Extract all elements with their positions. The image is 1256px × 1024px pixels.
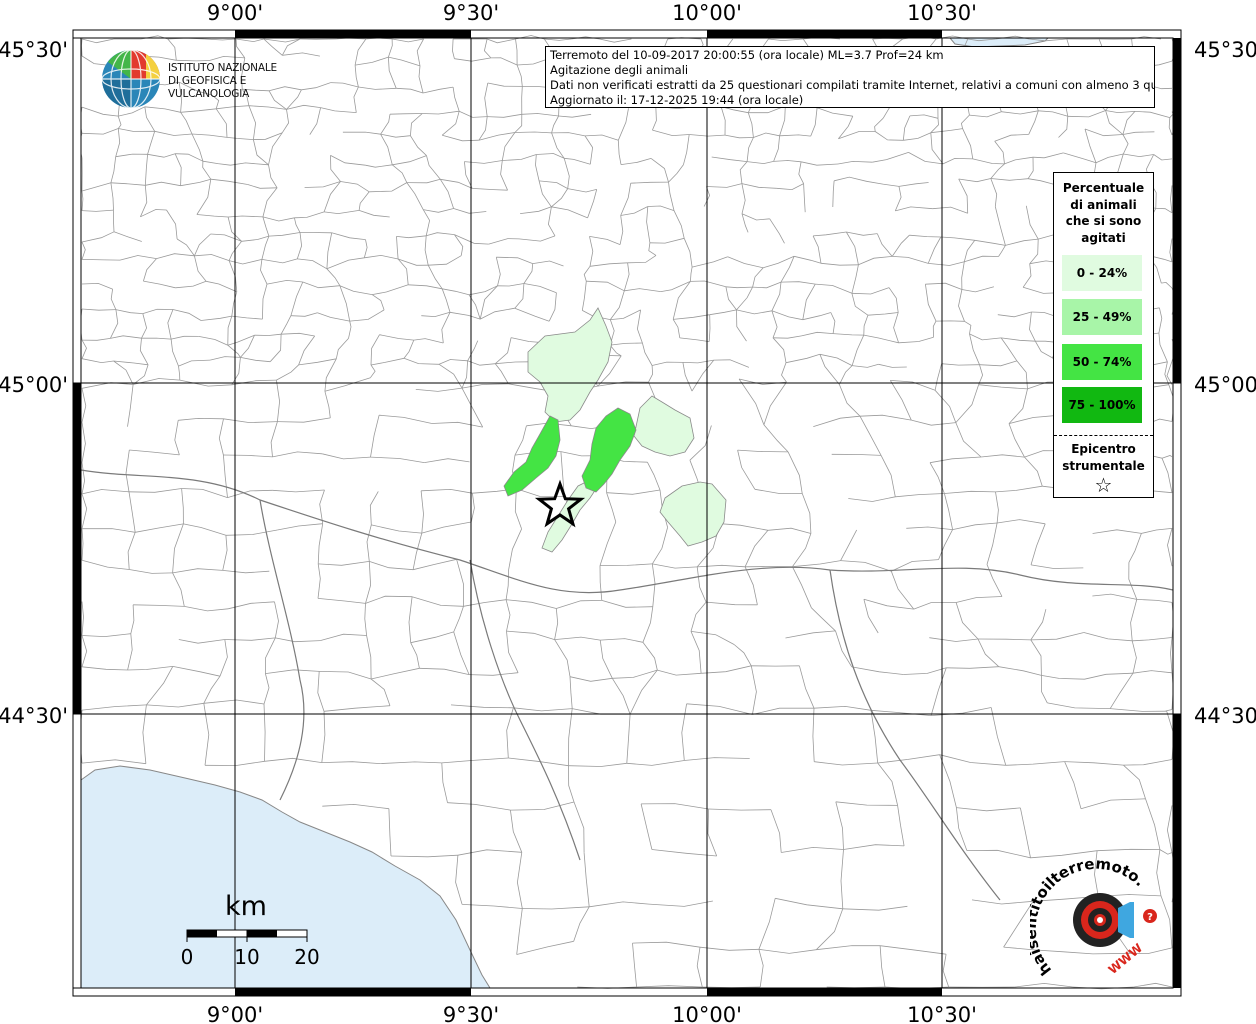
coordinate-label: 10°30': [907, 1, 977, 25]
info-line-topic: Agitazione degli animali: [550, 63, 689, 77]
legend: Percentuale di animali che si sono agita…: [1053, 172, 1154, 498]
legend-class-75-100: 75 - 100%: [1062, 387, 1142, 423]
coordinate-label: 9°00': [207, 1003, 263, 1024]
coordinate-label: 10°00': [672, 1003, 742, 1024]
legend-class-0-24: 0 - 24%: [1062, 255, 1142, 291]
scale-tick-0: 0: [181, 945, 194, 969]
coordinate-label: 10°30': [907, 1003, 977, 1024]
info-line-source: Dati non verificati estratti da 25 quest…: [550, 78, 1155, 92]
legend-title-line: Percentuale: [1062, 181, 1145, 195]
haisentito-target-icon: haisentitoilterremoto.it ? WWW: [1022, 844, 1157, 979]
coordinate-label: 44°30': [1194, 704, 1256, 728]
coordinate-label: 9°30': [443, 1003, 499, 1024]
globe-icon: [101, 49, 161, 109]
ingv-line2: DI GEOFISICA E VULCANOLOGIA: [168, 75, 250, 100]
coordinate-label: 45°30': [0, 38, 68, 62]
scale-tick-20: 20: [294, 945, 319, 969]
haisentito-www: WWW: [1106, 941, 1145, 977]
ingv-logo: ISTITUTO NAZIONALE DI GEOFISICA E VULCAN…: [100, 48, 315, 110]
legend-title-line: agitati: [1081, 230, 1126, 245]
legend-epicenter-line: Epicentro: [1071, 442, 1136, 456]
ingv-line1: ISTITUTO NAZIONALE: [168, 62, 277, 74]
coordinate-label: 9°30': [443, 1, 499, 25]
legend-class-25-49: 25 - 49%: [1062, 299, 1142, 335]
scale-tick-10: 10: [234, 945, 259, 969]
svg-text:?: ?: [1147, 912, 1153, 923]
legend-title-line: di animali: [1070, 197, 1137, 212]
legend-title: Percentuale di animali che si sono agita…: [1054, 173, 1153, 246]
coordinate-label: 10°00': [672, 1, 742, 25]
haisentito-logo[interactable]: haisentitoilterremoto.it ? WWW: [1022, 844, 1170, 988]
coordinate-label: 44°30': [0, 704, 68, 728]
event-info-box: Terremoto del 10-09-2017 20:00:55 (ora l…: [545, 46, 1155, 108]
coordinate-label: 45°00': [1194, 373, 1256, 397]
legend-class-50-74: 50 - 74%: [1062, 344, 1142, 380]
coordinate-label: 9°00': [207, 1, 263, 25]
scale-unit: km: [225, 891, 267, 922]
info-line-updated: Aggiornato il: 17-12-2025 19:44 (ora loc…: [550, 93, 804, 107]
info-line-event: Terremoto del 10-09-2017 20:00:55 (ora l…: [550, 48, 944, 62]
municipal-border: [81, 38, 83, 57]
legend-star-icon: ☆: [1094, 473, 1113, 497]
legend-title-line: che si sono: [1065, 214, 1142, 228]
legend-separator: [1054, 435, 1153, 436]
legend-epicenter-label: Epicentro strumentale: [1054, 441, 1153, 475]
coordinate-label: 45°30': [1194, 38, 1256, 62]
coordinate-label: 45°00': [0, 373, 68, 397]
